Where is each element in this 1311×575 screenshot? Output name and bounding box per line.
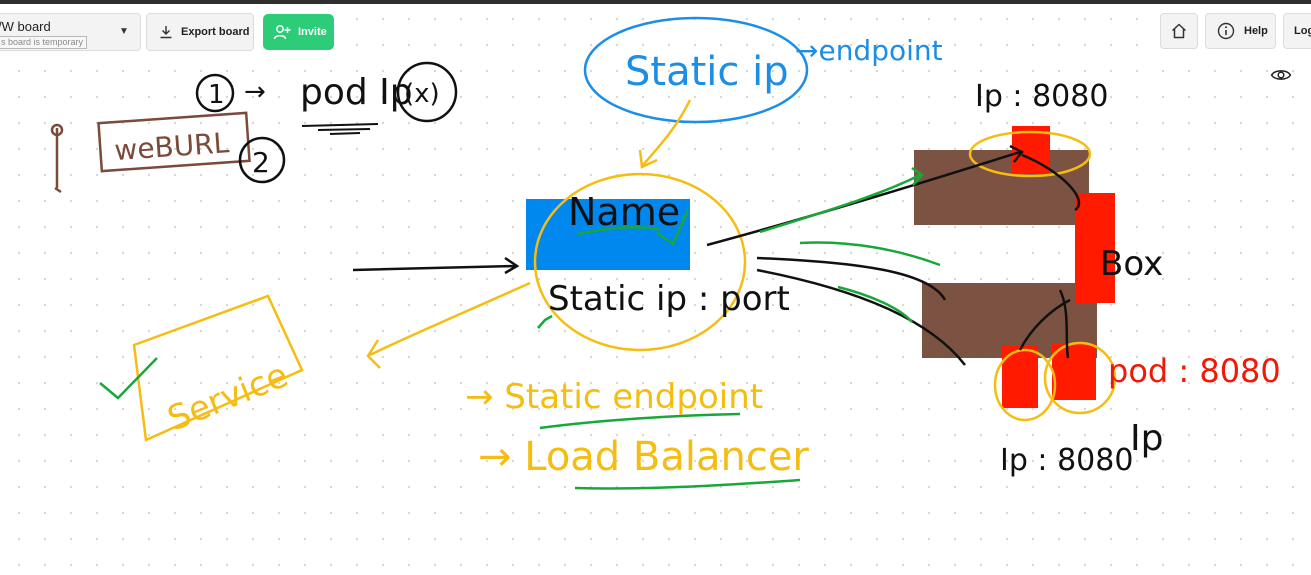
help-label: Help (1244, 25, 1268, 37)
box-text: Box (1100, 244, 1163, 284)
service-text: Service (162, 355, 294, 439)
login-button[interactable]: Log (1283, 13, 1311, 49)
home-icon (1171, 23, 1187, 39)
num-1-text: 1 (208, 80, 225, 110)
brown-block-top (914, 150, 1089, 225)
export-board-label: Export board (181, 26, 250, 38)
arrow-endpoint-to-center (638, 99, 692, 169)
arrow-text: → (244, 77, 266, 107)
ip-bottom-text: Ip : 8080 (1000, 443, 1133, 478)
green-underline-lb (574, 478, 801, 490)
board-menu[interactable]: /W board s board is temporary ▼ (0, 13, 141, 51)
num-2-text: 2 (252, 146, 270, 179)
circled-x-text: (x) (404, 79, 440, 109)
temporary-board-badge: s board is temporary (0, 36, 88, 49)
pod-ip-text: pod Ip (300, 72, 413, 113)
load-balancer-text: → Load Balancer (478, 434, 809, 480)
home-button[interactable] (1160, 13, 1198, 49)
chevron-down-icon[interactable]: ▼ (119, 26, 129, 37)
green-check-service (99, 357, 158, 400)
static-endpoint-text: → Static endpoint (465, 377, 763, 417)
export-board-button[interactable]: Export board (146, 13, 254, 51)
download-icon (160, 26, 172, 39)
arrow-in-to-center (352, 256, 520, 275)
pod-port-text: pod : 8080 (1108, 352, 1281, 390)
pod-ip-underline (301, 123, 379, 135)
ip-small-text: Ip (1130, 418, 1163, 459)
info-icon (1217, 22, 1235, 40)
static-ip-text: Static ip (625, 49, 789, 95)
weburl-text: weBURL (113, 126, 230, 167)
add-user-icon (273, 25, 291, 40)
board-title: /W board (0, 19, 51, 34)
endpoint-text: →endpoint (795, 34, 943, 67)
person-figure (50, 123, 64, 194)
arrow-service-to-center (366, 281, 531, 369)
invite-label: Invite (298, 26, 327, 38)
static-ip-port-text: Static ip : port (548, 279, 790, 319)
login-label: Log (1294, 25, 1311, 37)
ip-top-text: Ip : 8080 (975, 79, 1108, 114)
invite-button[interactable]: Invite (263, 14, 334, 50)
name-text: Name (568, 190, 680, 234)
whiteboard-canvas[interactable]: 1 → pod Ip (x) 2 weBURL Static ip →endpo… (0, 0, 1311, 575)
eye-icon[interactable] (1270, 66, 1292, 84)
red-block-bottom-right (1052, 344, 1096, 400)
help-button[interactable]: Help (1205, 13, 1276, 49)
